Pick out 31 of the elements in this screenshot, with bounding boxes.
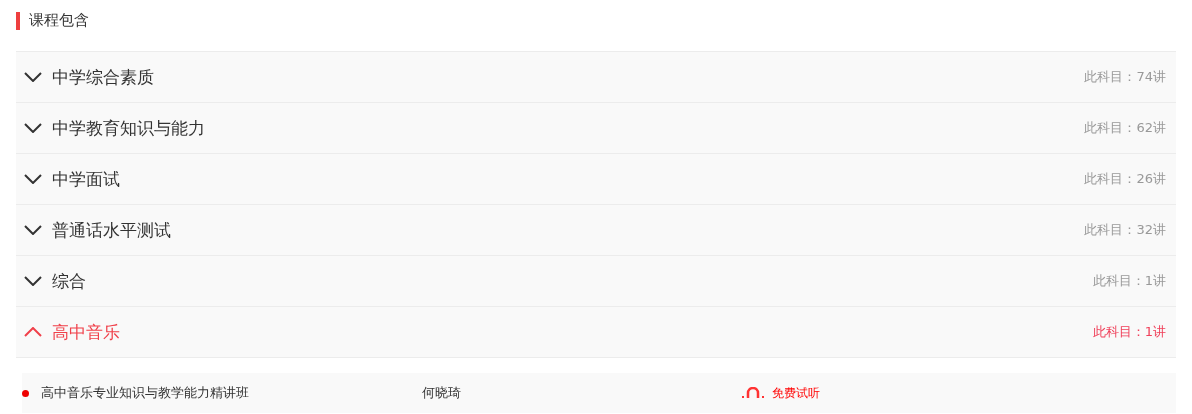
headphones-icon bbox=[742, 387, 764, 399]
bullet-dot bbox=[22, 389, 29, 397]
chevron-up-icon bbox=[24, 327, 42, 337]
accent-bar bbox=[16, 11, 20, 30]
lecture-count: 此科目：32讲 bbox=[1084, 221, 1166, 239]
chevron-down-icon bbox=[24, 123, 42, 133]
subject-row[interactable]: 中学综合素质 此科目：74讲 bbox=[16, 51, 1176, 102]
subject-name: 综合 bbox=[52, 269, 87, 293]
free-trial-link[interactable]: 免费试听 bbox=[742, 384, 820, 402]
lecture-count: 此科目：26讲 bbox=[1084, 170, 1166, 188]
subject-name: 中学综合素质 bbox=[52, 65, 155, 89]
subject-row[interactable]: 中学面试 此科目：26讲 bbox=[16, 153, 1176, 204]
lecture-count: 此科目：62讲 bbox=[1084, 119, 1166, 137]
subject-name: 中学面试 bbox=[52, 167, 121, 191]
chevron-down-icon bbox=[24, 72, 42, 82]
lecture-count: 此科目：1讲 bbox=[1092, 272, 1166, 290]
teacher-name: 何晓琦 bbox=[422, 384, 462, 402]
lecture-count: 此科目：74讲 bbox=[1084, 68, 1166, 86]
subject-row[interactable]: 高中音乐 此科目：1讲 bbox=[16, 306, 1176, 357]
subject-name: 高中音乐 bbox=[52, 320, 121, 344]
subject-name: 普通话水平测试 bbox=[52, 218, 172, 242]
subject-row[interactable]: 普通话水平测试 此科目：32讲 bbox=[16, 204, 1176, 255]
subject-name: 中学教育知识与能力 bbox=[52, 116, 206, 140]
subject-row[interactable]: 综合 此科目：1讲 bbox=[16, 255, 1176, 306]
chevron-down-icon bbox=[24, 276, 42, 286]
section-title: 课程包含 bbox=[29, 11, 89, 30]
subject-row[interactable]: 中学教育知识与能力 此科目：62讲 bbox=[16, 102, 1176, 153]
chevron-down-icon bbox=[24, 174, 42, 184]
lecture-count: 此科目：1讲 bbox=[1092, 323, 1166, 341]
chevron-down-icon bbox=[24, 225, 42, 235]
lesson-title: 高中音乐专业知识与教学能力精讲班 bbox=[41, 384, 250, 402]
